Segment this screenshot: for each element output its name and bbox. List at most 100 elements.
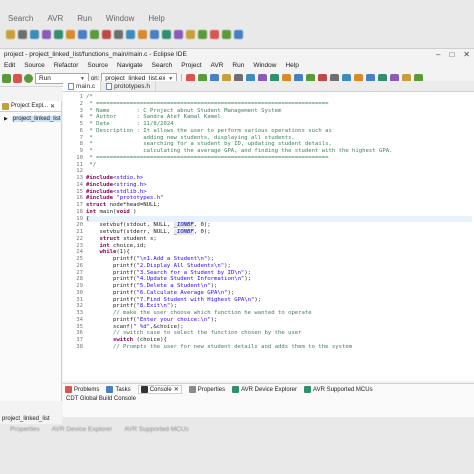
- tab-avr-supported-mcus[interactable]: AVR Supported MCUs: [304, 386, 373, 393]
- problems-icon: [65, 386, 72, 393]
- line-number: 38: [76, 343, 83, 350]
- bg-menu-item: Window: [105, 14, 135, 23]
- tab-problems[interactable]: Problems: [65, 386, 99, 393]
- menu-source-2[interactable]: Source: [87, 62, 108, 69]
- menu-window[interactable]: Window: [253, 62, 276, 69]
- line-number: 9: [79, 148, 83, 154]
- project-explorer-tab[interactable]: Project Expl... ✕: [0, 101, 61, 112]
- code-line: */: [86, 162, 472, 169]
- menu-help[interactable]: Help: [285, 62, 298, 69]
- menu-avr[interactable]: AVR: [211, 62, 224, 69]
- menu-source[interactable]: Source: [24, 62, 45, 69]
- folder-icon: [2, 102, 9, 110]
- code-line: setvbuf(stdout, NULL, _IONBF, 0);: [86, 222, 472, 229]
- code-token: printf(: [86, 316, 137, 323]
- line-number: 35: [76, 323, 83, 330]
- build-icon[interactable]: [2, 74, 11, 83]
- line-number: 22: [76, 235, 83, 242]
- code-token: printf(: [86, 256, 137, 262]
- tab-label: AVR Device Explorer: [241, 386, 298, 393]
- line-number: 34: [76, 316, 83, 323]
- close-button[interactable]: ✕: [463, 50, 470, 59]
- code-token: );: [224, 262, 231, 269]
- code-line: // switch case to select the function ch…: [86, 330, 472, 337]
- console-title: CDT Global Build Console: [66, 396, 136, 402]
- c-file-icon: [68, 82, 74, 90]
- code-line: printf("5.Delete a Student\n");: [86, 283, 472, 290]
- menu-search[interactable]: Search: [152, 62, 173, 69]
- menu-edit[interactable]: Edit: [4, 62, 15, 69]
- line-number: 2: [79, 100, 83, 107]
- project-explorer: Project Expl... ✕ ▶ project_linked_list: [0, 101, 62, 401]
- chip-icon: [304, 386, 312, 393]
- line-number: 21: [76, 229, 83, 235]
- code-lines: /* * ===================================…: [86, 94, 472, 351]
- bg-taskbar-item: AVR Supported MCUs: [124, 425, 189, 433]
- tab-properties[interactable]: Properties: [188, 386, 225, 393]
- code-line: #include "prototypes.h": [86, 195, 472, 202]
- bg-taskbar-item: Properties: [10, 425, 40, 433]
- window-title: project - project_linked_list/functions_…: [4, 51, 187, 58]
- code-line: printf("6.Calculate Average GPA\n");: [86, 290, 472, 297]
- code-line: int choice,id;: [86, 243, 472, 250]
- code-token: setvbuf(stderr, NULL,: [99, 229, 174, 235]
- menu-run[interactable]: Run: [232, 62, 244, 69]
- code-line: printf("7.Find Student with Highest GPA\…: [86, 297, 472, 304]
- code-token: );: [207, 256, 215, 262]
- tab-prototypes-h[interactable]: prototypes.h: [101, 81, 156, 91]
- line-number: 14: [76, 181, 83, 188]
- line-number: 20: [76, 222, 83, 229]
- run-icon[interactable]: [24, 74, 33, 83]
- code-line: struct student s;: [86, 236, 472, 243]
- close-icon[interactable]: ✕: [174, 386, 179, 393]
- code-token: "3.Search for a Student by ID\n": [136, 269, 245, 276]
- code-line: printf("\n1.Add a Student\n");: [86, 256, 472, 263]
- bg-taskbar-item: AVR Device Explorer: [51, 425, 113, 433]
- bg-toolbar-icon: [186, 29, 195, 39]
- line-number: 17: [76, 202, 83, 208]
- tab-avr-device-explorer[interactable]: AVR Device Explorer: [232, 386, 297, 393]
- tab-main-c[interactable]: main.c: [63, 81, 102, 91]
- code-token: void: [116, 208, 130, 215]
- tab-tasks[interactable]: Tasks: [106, 386, 131, 393]
- menu-navigate[interactable]: Navigate: [117, 62, 143, 69]
- code-token: _IONBF: [173, 222, 194, 229]
- tab-label: Tasks: [115, 386, 131, 393]
- close-icon[interactable]: ✕: [50, 103, 55, 110]
- code-token: );: [254, 296, 262, 303]
- tab-console[interactable]: Console ✕: [137, 385, 182, 394]
- line-number: 4: [79, 114, 83, 121]
- properties-icon: [188, 386, 196, 393]
- line-number: 31: [76, 296, 83, 303]
- code-token: , 0);: [193, 229, 211, 235]
- bottom-panel: Problems Tasks Console ✕ Properties AVR D…: [63, 383, 474, 417]
- stop-icon[interactable]: [13, 74, 22, 83]
- code-token: * calculating the average GPA, and findi…: [86, 148, 393, 154]
- code-token: * adding new students, displaying all st…: [86, 134, 295, 141]
- code-token: // Prompts the user for new student deta…: [112, 343, 353, 350]
- code-token: ,&choice);: [150, 323, 184, 330]
- bg-toolbar-icon: [198, 29, 207, 39]
- menu-project[interactable]: Project: [181, 62, 201, 69]
- code-line: printf("Enter your choice:\n");: [86, 317, 472, 324]
- menu-refactor[interactable]: Refactor: [54, 62, 79, 69]
- explorer-project-item[interactable]: ▶ project_linked_list: [4, 115, 62, 122]
- expand-arrow-icon[interactable]: ▶: [4, 116, 8, 122]
- line-number: 25: [76, 256, 83, 262]
- minimize-button[interactable]: –: [436, 50, 440, 59]
- line-number: 26: [76, 262, 83, 269]
- code-token: );: [210, 283, 218, 289]
- bottom-panel-tabs: Problems Tasks Console ✕ Properties AVR D…: [63, 384, 474, 395]
- code-line: printf("2.Display All Students\n");: [86, 263, 472, 270]
- code-area[interactable]: 1 2 3 4 5 6 7 8 9 10 11 12 13 14 15 16 17 18 19 20 21 22 23 24 2…: [63, 92, 474, 381]
- code-token: struct: [86, 202, 107, 208]
- code-token: scanf(: [86, 323, 134, 330]
- code-token: "\n1.Add a Student\n": [136, 256, 208, 262]
- line-number: 16: [76, 195, 83, 202]
- background-menubar: Search AVR Run Window Help: [0, 12, 474, 25]
- maximize-button[interactable]: □: [449, 50, 454, 59]
- tab-label: Problems: [74, 386, 100, 393]
- code-token: printf(: [86, 269, 137, 276]
- line-number: 30: [76, 289, 83, 296]
